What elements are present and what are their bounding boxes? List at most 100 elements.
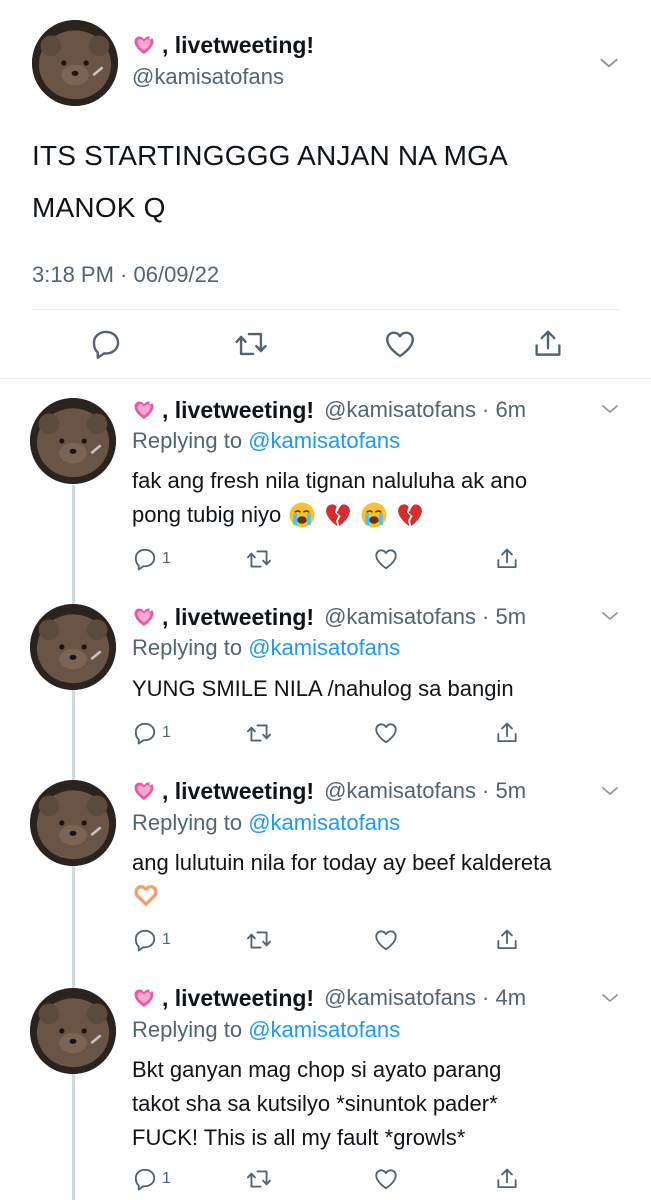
avatar[interactable]: [30, 780, 116, 866]
share-icon[interactable]: [494, 1166, 520, 1192]
display-name[interactable]: , livetweeting!: [162, 985, 314, 1012]
tweet-text-line-with-emoji: [132, 880, 552, 910]
handle[interactable]: @kamisatofans: [324, 397, 476, 423]
tweet-text-line: Bkt ganyan mag chop si ayato parang: [132, 1057, 502, 1082]
action-bar: 1: [132, 718, 522, 746]
replying-to-label: Replying to: [132, 810, 243, 835]
avatar[interactable]: [30, 604, 116, 690]
avatar[interactable]: [30, 398, 116, 484]
display-name: , livetweeting!: [162, 31, 315, 58]
bear-avatar-image: [32, 20, 118, 106]
reply-count: 1: [162, 550, 171, 567]
share-icon[interactable]: [494, 927, 520, 953]
loudly-crying-icon: [359, 500, 389, 530]
tweet-text: Bkt ganyan mag chop si ayato parang tako…: [132, 1053, 501, 1155]
handle[interactable]: @kamisatofans: [324, 604, 476, 630]
tweet-header: , livetweeting! @kamisatofans · 5m: [132, 602, 526, 632]
relative-time[interactable]: · 5m: [482, 604, 526, 630]
bear-avatar-image: [30, 780, 116, 866]
tweet-header: , livetweeting! @kamisatofans · 5m: [132, 776, 526, 806]
replying-to-label: Replying to: [132, 635, 243, 660]
avatar[interactable]: [30, 988, 116, 1074]
like-icon[interactable]: [383, 327, 417, 361]
tweet-text-line: pong tubig niyo: [132, 502, 282, 527]
share-icon[interactable]: [494, 720, 520, 746]
heart-sparkle-icon: [132, 33, 156, 57]
retweet-icon[interactable]: [246, 1166, 272, 1192]
reply-icon[interactable]: [89, 327, 123, 361]
reply-count: 1: [162, 724, 171, 741]
tweet-text: ITS STARTINGGGG ANJAN NA MGA MANOK Q: [32, 136, 632, 228]
replying-to-label: Replying to: [132, 428, 243, 453]
like-icon[interactable]: [373, 1166, 399, 1192]
handle[interactable]: @kamisatofans: [324, 985, 476, 1011]
display-name-row[interactable]: , livetweeting!: [132, 30, 314, 60]
tweet-header: , livetweeting! @kamisatofans · 6m: [132, 395, 526, 425]
reply-icon[interactable]: [132, 1166, 158, 1192]
chevron-down-icon[interactable]: [598, 986, 622, 1010]
share-icon[interactable]: [531, 327, 565, 361]
loudly-crying-icon: [287, 500, 317, 530]
divider: [32, 309, 620, 310]
replying-to-label: Replying to: [132, 1017, 243, 1042]
heart-hands-icon: [132, 881, 160, 909]
relative-time[interactable]: · 6m: [482, 397, 526, 423]
reply-count: 1: [162, 1170, 171, 1187]
retweet-icon[interactable]: [246, 546, 272, 572]
reply-icon[interactable]: [132, 546, 158, 572]
bear-avatar-image: [30, 398, 116, 484]
tweet-text: fak ang fresh nila tignan naluluha ak an…: [132, 464, 527, 532]
reply-icon[interactable]: [132, 927, 158, 953]
replying-to: Replying to @kamisatofans: [132, 810, 400, 836]
reply-icon[interactable]: [132, 720, 158, 746]
replying-to: Replying to @kamisatofans: [132, 1017, 400, 1043]
retweet-icon[interactable]: [246, 720, 272, 746]
timestamp[interactable]: 3:18 PM · 06/09/22: [32, 262, 219, 288]
heart-sparkle-icon: [132, 398, 156, 422]
tweet-text: ang lulutuin nila for today ay beef kald…: [132, 846, 552, 910]
broken-heart-icon: [395, 500, 425, 530]
tweet-text-line: MANOK Q: [32, 192, 166, 223]
tweet-text-line: FUCK! This is all my fault *growls*: [132, 1125, 466, 1150]
retweet-icon[interactable]: [234, 327, 268, 361]
broken-heart-icon: [323, 500, 353, 530]
mention-link[interactable]: @kamisatofans: [248, 1017, 400, 1042]
retweet-icon[interactable]: [246, 927, 272, 953]
tweet-text-line: fak ang fresh nila tignan naluluha ak an…: [132, 468, 528, 493]
divider: [0, 378, 651, 379]
display-name[interactable]: , livetweeting!: [162, 778, 314, 805]
handle[interactable]: @kamisatofans: [132, 64, 284, 90]
bear-avatar-image: [30, 988, 116, 1074]
handle[interactable]: @kamisatofans: [324, 778, 476, 804]
mention-link[interactable]: @kamisatofans: [248, 635, 400, 660]
mention-link[interactable]: @kamisatofans: [248, 428, 400, 453]
like-icon[interactable]: [373, 546, 399, 572]
action-bar: 1: [132, 544, 522, 572]
chevron-down-icon[interactable]: [598, 604, 622, 628]
tweet-text-line: ITS STARTINGGGG ANJAN NA MGA: [32, 140, 508, 171]
chevron-down-icon[interactable]: [598, 397, 622, 421]
heart-sparkle-icon: [132, 779, 156, 803]
like-icon[interactable]: [373, 927, 399, 953]
heart-sparkle-icon: [132, 986, 156, 1010]
tweet-text: YUNG SMILE NILA /nahulog sa bangin: [132, 672, 514, 706]
tweet-text-line: ang lulutuin nila for today ay beef kald…: [132, 850, 552, 875]
chevron-down-icon[interactable]: [598, 779, 622, 803]
display-name[interactable]: , livetweeting!: [162, 397, 314, 424]
bear-avatar-image: [30, 604, 116, 690]
reply-count: 1: [162, 931, 171, 948]
mention-link[interactable]: @kamisatofans: [248, 810, 400, 835]
avatar[interactable]: [32, 20, 118, 106]
relative-time[interactable]: · 5m: [482, 778, 526, 804]
relative-time[interactable]: · 4m: [482, 985, 526, 1011]
share-icon[interactable]: [494, 546, 520, 572]
tweet-header: , livetweeting! @kamisatofans · 4m: [132, 983, 526, 1013]
action-bar: 1: [132, 1164, 522, 1192]
action-bar: 1: [132, 925, 522, 953]
tweet-text-line: takot sha sa kutsilyo *sinuntok pader*: [132, 1091, 498, 1116]
replying-to: Replying to @kamisatofans: [132, 428, 400, 454]
chevron-down-icon[interactable]: [596, 50, 622, 76]
like-icon[interactable]: [373, 720, 399, 746]
tweet-text-line-with-emoji: pong tubig niyo: [132, 498, 527, 532]
display-name[interactable]: , livetweeting!: [162, 604, 314, 631]
